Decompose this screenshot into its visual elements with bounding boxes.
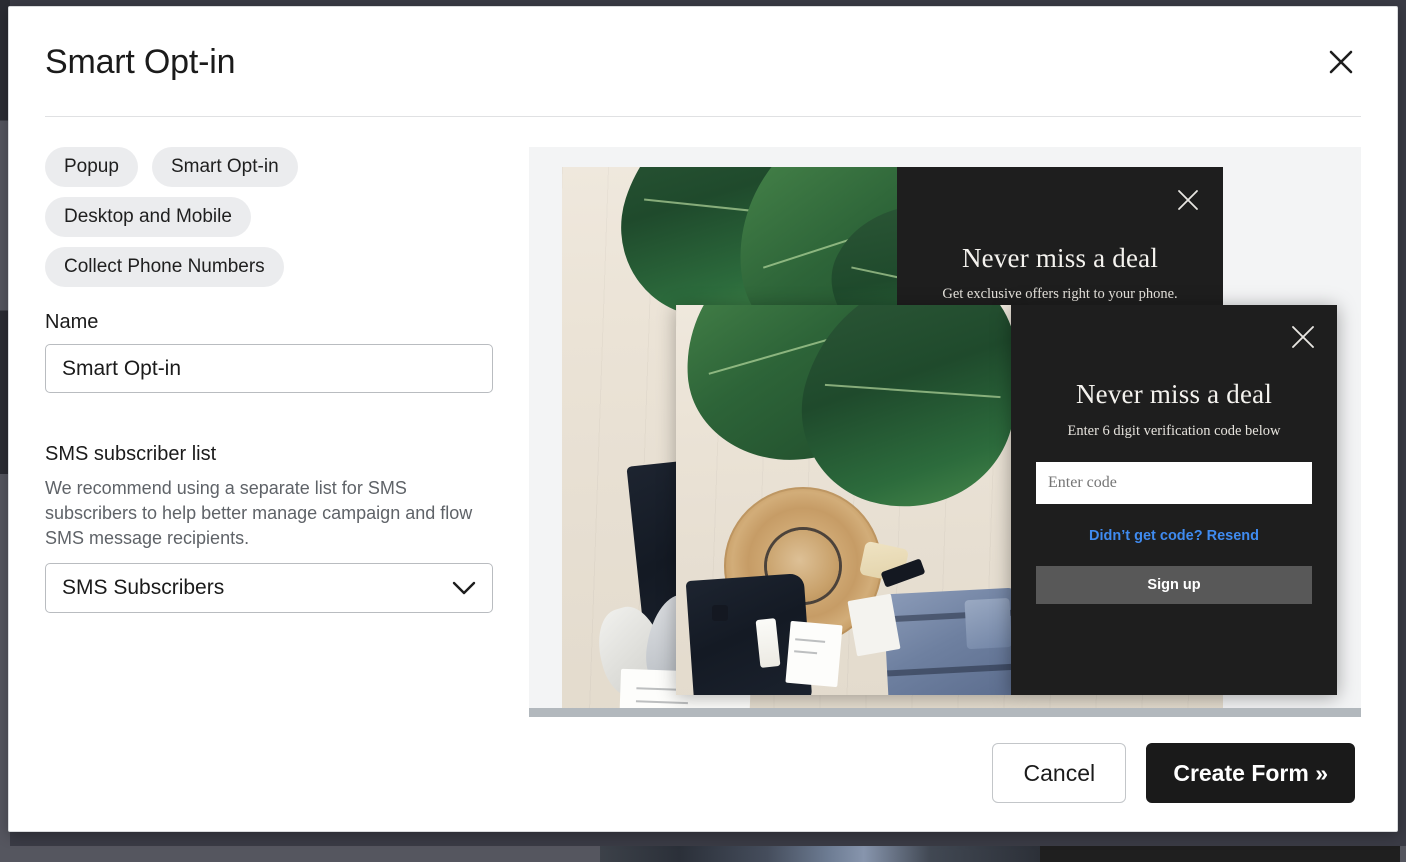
name-field-group: Name xyxy=(45,309,505,393)
tag-smart-opt-in: Smart Opt-in xyxy=(151,147,298,187)
sms-list-description: We recommend using a separate list for S… xyxy=(45,478,473,548)
create-form-button[interactable]: Create Form » xyxy=(1146,743,1355,803)
resend-code-link[interactable]: Didn’t get code? Resend xyxy=(1011,528,1337,544)
sms-subscriber-list-group: SMS subscriber list We recommend using a… xyxy=(45,441,505,613)
header-divider xyxy=(45,116,1361,117)
back-popup-subheading: Get exclusive offers right to your phone… xyxy=(942,286,1178,302)
sms-list-label: SMS subscriber list xyxy=(45,443,217,465)
backdrop-bottom-dark-panel xyxy=(1040,846,1400,862)
cancel-button[interactable]: Cancel xyxy=(992,743,1127,803)
sms-list-select[interactable]: SMS Subscribers xyxy=(45,563,493,613)
front-popup-heading: Never miss a deal xyxy=(1075,379,1273,409)
close-icon[interactable] xyxy=(1321,42,1361,82)
tag-popup: Popup xyxy=(45,147,138,187)
form-preview-panel: Never miss a deal Get exclusive offers r… xyxy=(529,147,1361,717)
preview-popup-front: Never miss a deal Enter 6 digit verifica… xyxy=(1011,305,1337,695)
preview-photo-front xyxy=(676,305,1011,695)
modal-body: Popup Smart Opt-in Desktop and Mobile Co… xyxy=(9,117,1397,717)
modal-footer: Cancel Create Form » xyxy=(9,715,1397,831)
tag-list: Popup Smart Opt-in Desktop and Mobile Co… xyxy=(45,147,345,287)
sms-list-selected-value: SMS Subscribers xyxy=(62,576,225,599)
sms-list-select-wrapper: SMS Subscribers xyxy=(45,563,493,613)
verification-code-input[interactable] xyxy=(1036,462,1312,504)
back-popup-heading: Never miss a deal xyxy=(961,243,1159,273)
sign-up-button[interactable]: Sign up xyxy=(1036,566,1312,604)
tag-desktop-and-mobile: Desktop and Mobile xyxy=(45,197,251,237)
modal-header: Smart Opt-in xyxy=(9,7,1397,117)
page-title: Smart Opt-in xyxy=(45,42,236,81)
close-icon[interactable] xyxy=(1289,323,1317,351)
backdrop-bottom-photo xyxy=(600,846,1040,862)
form-settings-column: Popup Smart Opt-in Desktop and Mobile Co… xyxy=(45,147,505,717)
close-icon[interactable] xyxy=(1175,187,1201,213)
name-field-label: Name xyxy=(45,311,99,333)
smart-opt-in-modal: Smart Opt-in Popup Smart Opt-in Desktop … xyxy=(8,6,1398,832)
name-input[interactable] xyxy=(45,344,493,393)
tag-collect-phone-numbers: Collect Phone Numbers xyxy=(45,247,284,287)
front-popup-subheading: Enter 6 digit verification code below xyxy=(1067,423,1281,439)
